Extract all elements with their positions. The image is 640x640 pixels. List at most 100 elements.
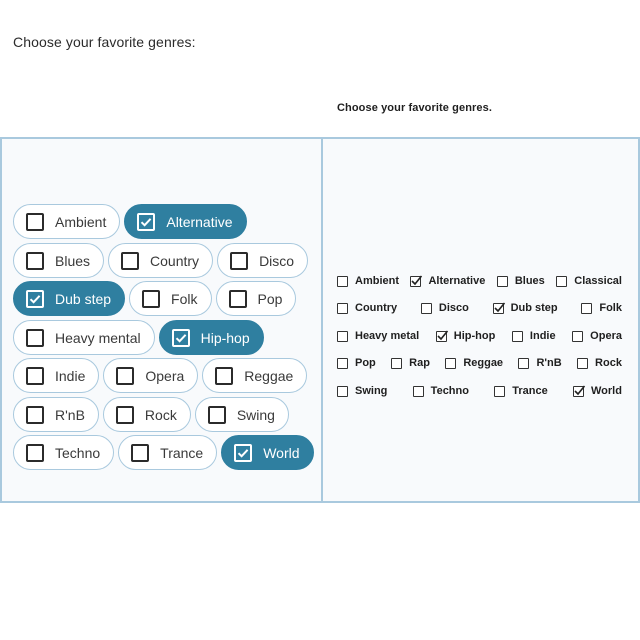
genre-checkbox-techno[interactable]: Techno [412,384,469,398]
genre-chip-swing[interactable]: Swing [194,397,289,432]
genre-chip-label: Techno [55,444,101,461]
genre-chip-disco[interactable]: Disco [217,243,309,278]
checkbox-icon [420,302,432,314]
genre-checkbox-blues[interactable]: Blues [496,274,545,288]
checkbox-icon [577,357,589,369]
genre-chip-label: Opera [145,367,185,384]
genre-checkbox-opera[interactable]: Opera [572,329,622,343]
genre-checkbox-heavy-metal[interactable]: Heavy metal [337,329,419,343]
genre-checkbox-label: Heavy metal [355,330,420,342]
checkbox-icon [496,275,508,287]
genre-chip-label: Indie [55,367,86,384]
genre-checkbox-label: Indie [529,330,556,342]
genre-chip-indie[interactable]: Indie [13,358,100,393]
genre-chip-label: Hip-hop [200,329,250,346]
genre-chip-rock[interactable]: Rock [102,397,191,432]
genre-chip-pop[interactable]: Pop [215,281,297,316]
genre-chip-opera[interactable]: Opera [103,358,199,393]
genre-checkbox-r-nb[interactable]: R'nB [518,356,562,370]
checkbox-icon [556,275,568,287]
genre-chip-r-nb[interactable]: R'nB [13,397,99,432]
genre-checkbox-classical[interactable]: Classical [556,274,622,288]
genre-chip-hip-hop[interactable]: Hip-hop [158,320,264,355]
genre-chip-label: Ambient [55,213,107,230]
genre-chip-techno[interactable]: Techno [13,435,115,470]
checkbox-icon [26,366,44,385]
genre-checkbox-label: Techno [430,385,469,397]
genre-checkbox-indie[interactable]: Indie [511,329,556,343]
genre-checkbox-pop[interactable]: Pop [337,356,376,370]
checkmark-icon [492,301,505,314]
genre-chip-country[interactable]: Country [108,243,214,278]
genre-checkbox-disco[interactable]: Disco [420,301,469,315]
genre-checkbox-label: Opera [590,330,622,342]
genre-checkbox-ambient[interactable]: Ambient [337,274,399,288]
left-panel-title: Choose your favorite genres: [13,34,196,50]
genre-chip-trance[interactable]: Trance [118,435,218,470]
checkmark-icon [26,289,44,308]
genre-checkbox-trance[interactable]: Trance [494,384,548,398]
genre-checkbox-label: Classical [574,275,622,287]
genre-checkbox-label: World [591,385,622,397]
genre-checkbox-rock[interactable]: Rock [577,356,622,370]
genre-checkbox-folk[interactable]: Folk [581,301,622,315]
checkbox-icon [412,385,424,397]
genre-checkbox-hip-hop[interactable]: Hip-hop [435,329,496,343]
chip-row: Ambient Alternative [13,204,247,239]
genre-chip-ambient[interactable]: Ambient [13,204,121,239]
genre-checkbox-label: Ambient [355,275,399,287]
genre-checkbox-alternative[interactable]: Alternative [410,274,485,288]
genre-chip-folk[interactable]: Folk [129,281,212,316]
genre-checkbox-label: Swing [355,385,388,397]
checkbox-icon [230,251,249,270]
genre-chip-dub-step[interactable]: Dub step [13,281,126,316]
checkbox-icon [26,443,44,462]
checkbox-icon [26,251,44,270]
right-panel-title: Choose your favorite genres. [337,102,493,114]
genre-checkbox-label: Country [355,302,398,314]
genre-chip-label: Heavy mental [55,329,141,346]
genre-checkbox-label: Hip-hop [453,330,496,342]
checkmark-icon [573,384,586,397]
genre-chip-heavy-mental[interactable]: Heavy mental [13,320,155,355]
checkmark-icon [435,329,448,342]
genre-checkbox-country[interactable]: Country [337,301,397,315]
genre-chip-label: World [263,444,300,461]
checkbox-row: Country Disco Dub step Folk [337,301,622,315]
genre-chip-label: Dub step [55,290,112,307]
checkbox-row: Ambient Alternative Blues Classical [337,274,622,288]
genre-checkbox-label: Blues [514,275,545,287]
genre-checkbox-reggae[interactable]: Reggae [445,356,503,370]
genre-checkbox-rap[interactable]: Rap [391,356,430,370]
genre-chip-reggae[interactable]: Reggae [202,358,308,393]
genre-checkbox-swing[interactable]: Swing [337,384,387,398]
checkbox-icon [337,275,348,287]
genre-checkbox-label: Rock [595,357,622,369]
genre-chip-label: Folk [171,290,198,307]
genre-chip-alternative[interactable]: Alternative [124,204,247,239]
checkbox-icon [494,385,506,397]
checkbox-icon [337,302,348,314]
genre-chip-label: Disco [259,252,295,269]
checkbox-icon [131,443,150,462]
genre-chip-world[interactable]: World [221,435,314,470]
checkbox-icon [581,302,593,314]
checkmark-icon [137,212,156,231]
genre-chip-label: Trance [160,444,204,461]
genre-checkbox-dub-step[interactable]: Dub step [492,301,558,315]
genre-chip-label: Reggae [244,367,294,384]
checkbox-icon [215,366,234,385]
checkbox-icon [511,330,523,342]
checkbox-icon [207,405,226,424]
genre-checkbox-label: Reggae [463,357,504,369]
checkbox-icon [116,366,135,385]
checkbox-row: Swing Techno Trance World [337,384,622,398]
genre-chip-label: Blues [55,252,91,269]
genre-chip-label: R'nB [55,406,85,423]
chip-row: Heavy mental Hip-hop [13,320,264,355]
genre-checkbox-world[interactable]: World [573,384,622,398]
checkbox-icon [572,330,584,342]
genre-chip-label: Alternative [166,213,233,230]
genre-chip-blues[interactable]: Blues [13,243,105,278]
checkbox-icon [337,357,348,369]
